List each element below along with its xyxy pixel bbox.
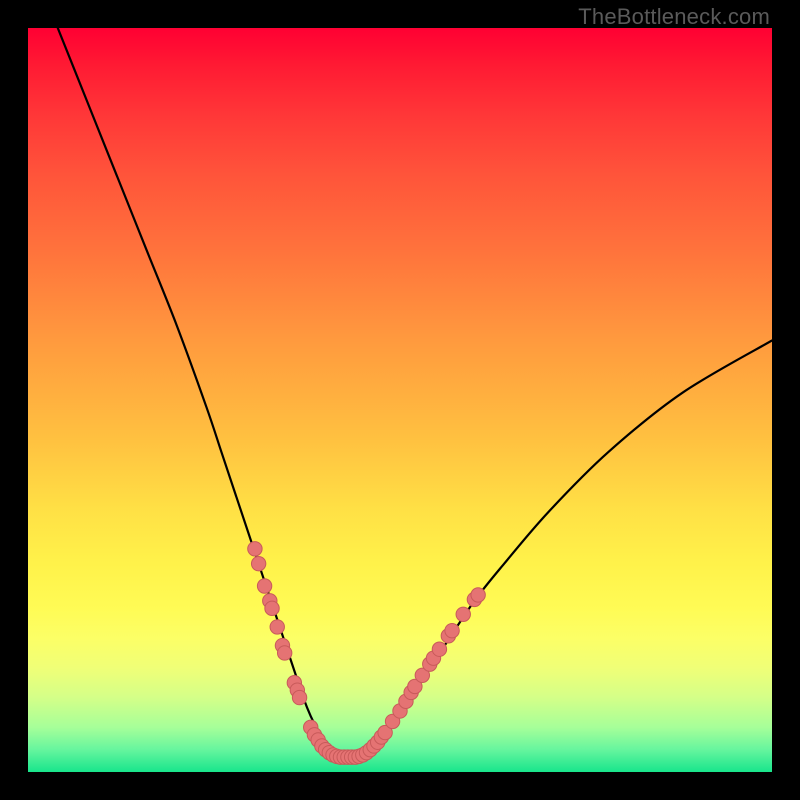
data-marker xyxy=(277,646,291,660)
plot-area xyxy=(28,28,772,772)
bottleneck-curve xyxy=(58,28,772,758)
watermark-label: TheBottleneck.com xyxy=(578,4,770,30)
data-marker xyxy=(471,588,485,602)
data-marker xyxy=(432,642,446,656)
data-marker xyxy=(251,556,265,570)
data-marker xyxy=(445,623,459,637)
data-marker xyxy=(292,690,306,704)
data-marker xyxy=(270,620,284,634)
data-marker xyxy=(248,542,262,556)
data-marker xyxy=(257,579,271,593)
data-marker xyxy=(265,601,279,615)
data-marker xyxy=(456,607,470,621)
chart-svg xyxy=(28,28,772,772)
marker-layer xyxy=(248,542,486,765)
chart-frame: TheBottleneck.com xyxy=(0,0,800,800)
